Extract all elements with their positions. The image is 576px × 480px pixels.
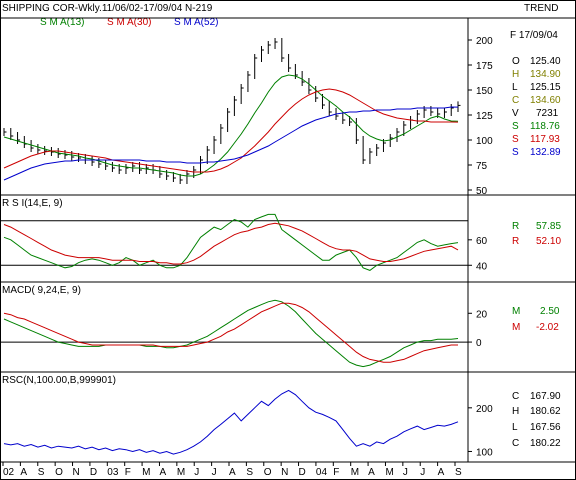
readout-rsc-c-label: C	[512, 391, 519, 402]
x-label-19: F	[333, 467, 339, 478]
x-label-1: A	[20, 467, 27, 478]
price-ytick-label-6: 200	[476, 36, 493, 47]
x-label-24: J	[420, 467, 425, 478]
x-label-12: J	[212, 467, 217, 478]
x-label-23: J	[403, 467, 408, 478]
chart-title: SHIPPING COR-Wkly.11/06/02-17/09/04 N-21…	[2, 3, 213, 14]
technical-chart: SHIPPING COR-Wkly.11/06/02-17/09/04 N-21…	[0, 0, 576, 480]
x-label-4: N	[73, 467, 80, 478]
rsc-ytick-label-0: 100	[476, 447, 493, 458]
x-label-16: N	[281, 467, 288, 478]
x-label-2: S	[38, 467, 45, 478]
readout-rsc-c-value: 167.90	[530, 391, 561, 402]
readout-volume-label: V	[512, 108, 519, 119]
x-label-18: 04	[316, 467, 328, 478]
rsi-ytick-label-0: 40	[476, 261, 488, 272]
readout-open-label: O	[512, 56, 520, 67]
x-label-10: M	[177, 467, 185, 478]
readout-high-label: H	[512, 69, 519, 80]
rsi-ytick-label-1: 60	[476, 236, 488, 247]
readout-rsi-label: R	[512, 221, 519, 232]
x-label-5: D	[90, 467, 97, 478]
price-ytick-label-2: 100	[476, 136, 493, 147]
legend-sma52: S M A(52)	[174, 17, 218, 28]
x-label-17: D	[299, 467, 306, 478]
readout-high-value: 134.90	[530, 69, 561, 80]
readout-date: F 17/09/04	[510, 30, 558, 41]
x-label-20: M	[351, 467, 359, 478]
x-label-13: A	[229, 467, 236, 478]
macd-ytick-label-0: 20	[476, 309, 488, 320]
price-ytick-label-0: 50	[476, 186, 488, 197]
readout-signal-value: -2.02	[536, 322, 559, 333]
readout-rsi-value: 57.85	[536, 221, 561, 232]
price-ytick-label-4: 150	[476, 86, 493, 97]
x-label-14: S	[246, 467, 253, 478]
trend-label: TREND	[524, 3, 558, 14]
x-label-15: O	[264, 467, 272, 478]
x-label-25: A	[438, 467, 445, 478]
readout-sma30-value: 117.93	[530, 134, 560, 145]
x-label-0: 02	[3, 467, 15, 478]
macd-title: MACD( 9,24,E, 9)	[2, 285, 81, 296]
x-label-8: M	[142, 467, 150, 478]
readout-close-label: C	[512, 95, 519, 106]
readout-rsi-avg-label: R	[512, 236, 519, 247]
readout-macd-label: M	[512, 306, 520, 317]
readout-rsc-h-value: 180.62	[530, 406, 561, 417]
readout-close-value: 134.60	[530, 95, 561, 106]
legend-sma30: S M A(30)	[107, 17, 151, 28]
readout-sma52-label: S	[512, 147, 519, 158]
rsc-ytick-label-1: 200	[476, 404, 493, 415]
x-label-26: S	[455, 467, 462, 478]
readout-rsc-c2-label: C	[512, 438, 519, 449]
legend-sma13: S M A(13)	[40, 17, 84, 28]
price-ytick-label-1: 75	[476, 161, 488, 172]
readout-low-label: L	[512, 82, 518, 93]
price-ytick-label-5: 175	[476, 61, 493, 72]
price-ytick-label-3: 125	[476, 111, 493, 122]
readout-macd-value: 2.50	[540, 306, 560, 317]
rsi-title: R S I(14,E, 9)	[2, 198, 63, 209]
x-label-7: F	[125, 467, 131, 478]
readout-volume-value: 7231	[536, 108, 559, 119]
readout-open-value: 125.40	[530, 56, 561, 67]
x-label-6: 03	[107, 467, 119, 478]
readout-sma13-label: S	[512, 121, 519, 132]
readout-low-value: 125.15	[530, 82, 561, 93]
readout-sma30-label: S	[512, 134, 519, 145]
rsc-title: RSC(N,100.00,B,999901)	[2, 375, 116, 386]
readout-signal-label: M	[512, 322, 520, 333]
readout-rsi-avg-value: 52.10	[536, 236, 561, 247]
readout-sma13-value: 118.76	[530, 121, 560, 132]
x-label-21: A	[368, 467, 375, 478]
readout-rsc-c2-value: 180.22	[530, 438, 561, 449]
macd-ytick-label-1: 0	[476, 338, 482, 349]
readout-sma52-value: 132.89	[530, 147, 561, 158]
x-label-11: J	[194, 467, 199, 478]
x-label-22: M	[385, 467, 393, 478]
x-label-9: A	[159, 467, 166, 478]
readout-rsc-l-label: L	[512, 422, 518, 433]
readout-rsc-l-value: 167.56	[530, 422, 561, 433]
readout-rsc-h-label: H	[512, 406, 519, 417]
x-label-3: O	[55, 467, 63, 478]
